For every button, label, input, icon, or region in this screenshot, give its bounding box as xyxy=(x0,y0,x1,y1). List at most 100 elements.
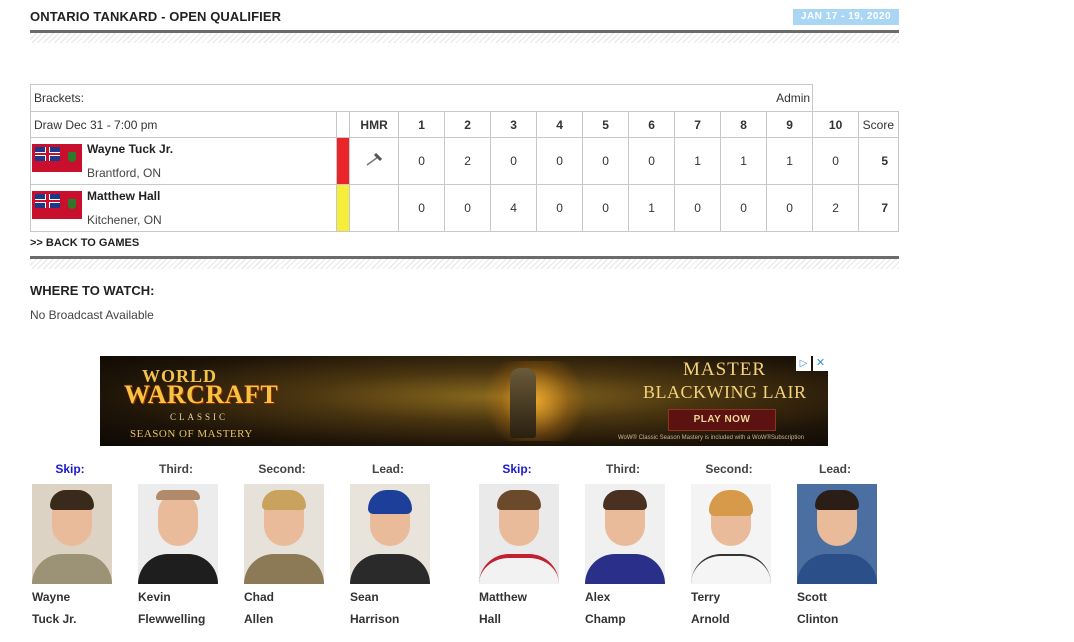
stone-color-indicator xyxy=(336,137,351,185)
event-title: ONTARIO TANKARD - OPEN QUALIFIER xyxy=(30,9,282,24)
player-photo xyxy=(138,484,218,584)
team-location: Brantford, ON xyxy=(87,166,162,180)
stone-color-indicator xyxy=(336,184,351,232)
team-info: Matthew Hall Kitchener, ON xyxy=(29,184,338,232)
player-photo xyxy=(244,484,324,584)
end-score: 4 xyxy=(490,184,538,232)
end-score: 0 xyxy=(582,184,630,232)
player-position: Third: xyxy=(606,462,640,476)
ad-logo-subtitle: CLASSIC xyxy=(170,412,229,422)
end-score: 0 xyxy=(398,184,446,232)
end-header: 8 xyxy=(720,111,768,138)
team-name[interactable]: Wayne Tuck Jr. xyxy=(87,142,173,156)
player-card: Second: Terry Arnold xyxy=(689,462,771,626)
player-last-name: Allen xyxy=(244,612,274,626)
player-position: Lead: xyxy=(371,462,404,476)
player-card: Skip: Wayne Tuck Jr. xyxy=(30,462,112,626)
back-to-games-link[interactable]: >> BACK TO GAMES xyxy=(30,237,139,249)
player-first-name: Chad xyxy=(244,590,274,604)
end-score: 0 xyxy=(674,184,722,232)
player-position: Skip: xyxy=(502,462,532,476)
player-photo xyxy=(32,484,112,584)
end-score: 0 xyxy=(490,137,538,185)
end-header: 10 xyxy=(812,111,860,138)
player-card: Third: Kevin Flewwelling xyxy=(136,462,218,626)
divider xyxy=(30,256,899,269)
team-location: Kitchener, ON xyxy=(87,213,162,227)
ad-legal-text: WoW® Classic Season Mastery is included … xyxy=(618,435,805,441)
score-header: Score xyxy=(858,111,899,138)
draw-time: Draw Dec 31 - 7:00 pm xyxy=(29,111,338,138)
event-dates-badge: JAN 17 - 19, 2020 xyxy=(793,9,899,25)
advertisement-banner[interactable]: WORLD WARCRAFT CLASSIC SEASON OF MASTERY… xyxy=(100,356,828,446)
end-header: 3 xyxy=(490,111,538,138)
player-last-name: Tuck Jr. xyxy=(32,612,77,626)
end-header: 4 xyxy=(536,111,584,138)
hammer-icon xyxy=(366,152,383,166)
close-icon[interactable]: ✕ xyxy=(813,356,828,371)
end-header: 9 xyxy=(766,111,814,138)
end-score: 0 xyxy=(812,137,860,185)
admin-link[interactable]: Admin xyxy=(776,91,810,105)
ad-play-now-button[interactable]: PLAY NOW xyxy=(668,409,776,431)
end-score: 0 xyxy=(766,184,814,232)
player-first-name: Wayne xyxy=(32,590,71,604)
player-photo xyxy=(797,484,877,584)
player-card: Second: Chad Allen xyxy=(242,462,324,626)
team-info: Wayne Tuck Jr. Brantford, ON xyxy=(29,137,338,185)
player-card: Lead: Sean Harrison xyxy=(348,462,430,626)
end-score: 0 xyxy=(536,184,584,232)
player-photo xyxy=(691,484,771,584)
player-card: Third: Alex Champ xyxy=(583,462,665,626)
hammer-cell xyxy=(349,137,400,185)
end-score: 2 xyxy=(812,184,860,232)
end-header: 1 xyxy=(398,111,446,138)
where-to-watch-heading: WHERE TO WATCH: xyxy=(30,283,155,298)
scoreboard-table: Brackets: Admin Draw Dec 31 - 7:00 pm HM… xyxy=(29,84,899,232)
ad-season-text: SEASON OF MASTERY xyxy=(130,428,253,440)
end-score: 0 xyxy=(582,137,630,185)
end-header: 7 xyxy=(674,111,722,138)
player-card: Skip: Matthew Hall xyxy=(477,462,559,626)
ontario-flag-icon xyxy=(32,191,82,219)
player-photo xyxy=(479,484,559,584)
player-last-name: Arnold xyxy=(691,612,730,626)
total-score: 5 xyxy=(858,137,899,185)
ad-choices-icon[interactable]: ▷ xyxy=(796,356,811,371)
player-photo xyxy=(350,484,430,584)
team-name[interactable]: Matthew Hall xyxy=(87,189,160,203)
end-score: 0 xyxy=(398,137,446,185)
player-position: Skip: xyxy=(55,462,85,476)
ad-headline: BLACKWING LAIR xyxy=(643,382,807,402)
brackets-row: Brackets: Admin xyxy=(29,84,814,112)
player-position: Lead: xyxy=(818,462,851,476)
player-last-name: Hall xyxy=(479,612,502,626)
player-position: Second: xyxy=(258,462,306,476)
player-card: Lead: Scott Clinton xyxy=(795,462,877,626)
column-header-row: Draw Dec 31 - 7:00 pm HMR 1 2 3 4 5 6 7 … xyxy=(29,111,899,138)
ontario-flag-icon xyxy=(32,144,82,172)
end-header: 5 xyxy=(582,111,630,138)
end-header: 2 xyxy=(444,111,492,138)
brackets-label[interactable]: Brackets: xyxy=(34,91,84,105)
broadcast-status: No Broadcast Available xyxy=(30,308,154,322)
total-score: 7 xyxy=(858,184,899,232)
end-score: 0 xyxy=(444,184,492,232)
end-score: 2 xyxy=(444,137,492,185)
player-first-name: Matthew xyxy=(479,590,527,604)
player-photo xyxy=(585,484,665,584)
player-last-name: Champ xyxy=(585,612,626,626)
end-score: 1 xyxy=(720,137,768,185)
team-row: Matthew Hall Kitchener, ON 0 0 4 0 0 1 0… xyxy=(29,184,899,232)
player-first-name: Kevin xyxy=(138,590,171,604)
end-score: 0 xyxy=(720,184,768,232)
player-last-name: Clinton xyxy=(797,612,839,626)
end-score: 0 xyxy=(628,137,676,185)
player-first-name: Terry xyxy=(691,590,721,604)
player-position: Third: xyxy=(159,462,193,476)
ad-character-image xyxy=(510,368,536,438)
player-first-name: Alex xyxy=(585,590,611,604)
stone-color-header xyxy=(336,111,351,138)
hammer-cell xyxy=(349,184,400,232)
end-score: 1 xyxy=(766,137,814,185)
